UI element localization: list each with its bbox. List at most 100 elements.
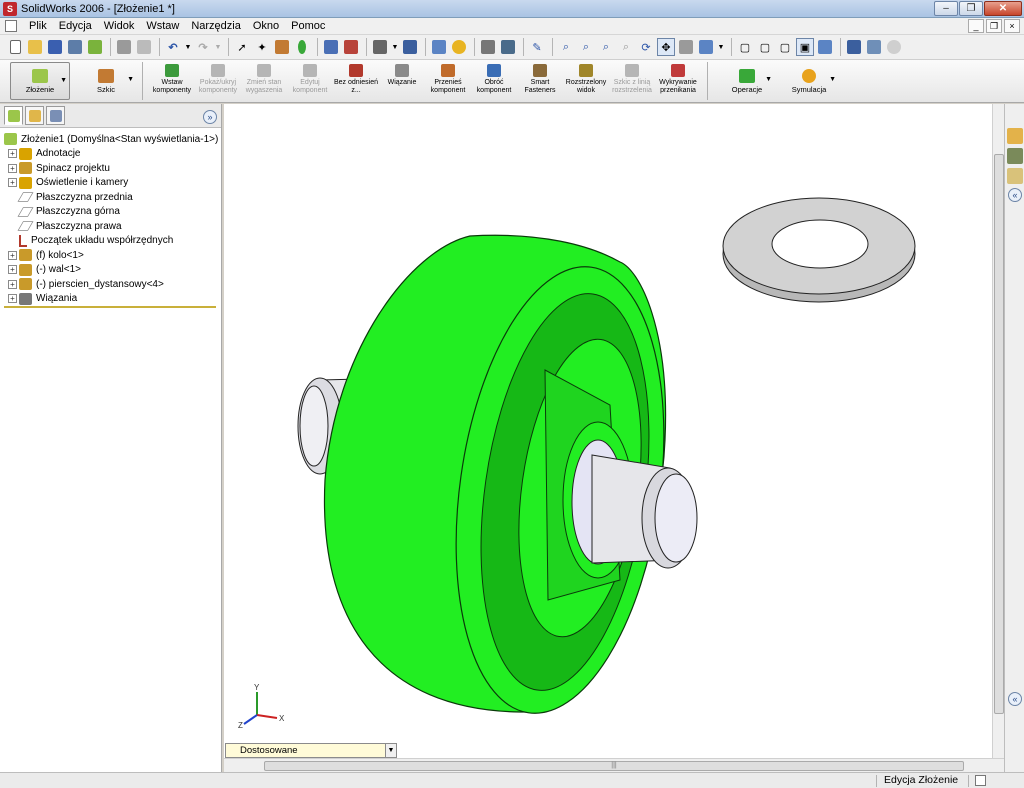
- tree-item[interactable]: + (-) wal<1>: [0, 263, 221, 278]
- doc-close-button[interactable]: ×: [1004, 19, 1020, 33]
- cm-tool-button[interactable]: Szkic z linią rozstrzelenia: [609, 60, 655, 100]
- layer-icon[interactable]: [371, 38, 389, 56]
- tree-item[interactable]: + Wiązania: [0, 292, 221, 307]
- realview-icon[interactable]: [885, 38, 903, 56]
- menu-plik[interactable]: Plik: [23, 18, 53, 34]
- rebuild-icon[interactable]: [293, 38, 311, 56]
- zoom-selection-icon[interactable]: ⌕: [617, 38, 635, 56]
- vertical-scroll-thumb[interactable]: [994, 154, 1004, 714]
- tree-item[interactable]: Początek układu współrzędnych: [0, 234, 221, 249]
- tree-item[interactable]: + (f) kolo<1>: [0, 248, 221, 263]
- chevron-down-icon[interactable]: ▼: [385, 744, 396, 757]
- cm-tool-button[interactable]: Przenieś komponent: [425, 60, 471, 100]
- expand-pane-icon[interactable]: «: [1008, 188, 1022, 202]
- cm-tool-button[interactable]: Pokaż/ukryj komponenty: [195, 60, 241, 100]
- tree-item[interactable]: Płaszczyzna górna: [0, 205, 221, 220]
- tree-item[interactable]: + Spinacz projektu: [0, 161, 221, 176]
- vertical-scrollbar[interactable]: [992, 104, 1004, 758]
- library-icon[interactable]: [1007, 148, 1023, 164]
- hide-show-icon[interactable]: [499, 38, 517, 56]
- cm-tool-button[interactable]: Rozstrzelony widok: [563, 60, 609, 100]
- horizontal-scroll-thumb[interactable]: |||: [264, 761, 964, 771]
- search-icon[interactable]: [1007, 168, 1023, 184]
- macro-icon[interactable]: [401, 38, 419, 56]
- cm-tool-button[interactable]: Wstaw komponenty: [149, 60, 195, 100]
- document-icon[interactable]: [5, 20, 17, 32]
- hidden-lines-removed-icon[interactable]: ▢: [776, 38, 794, 56]
- help-icon[interactable]: [450, 38, 468, 56]
- menu-widok[interactable]: Widok: [98, 18, 141, 34]
- print-preview-icon[interactable]: [135, 38, 153, 56]
- zoom-area-icon[interactable]: ⌕: [577, 38, 595, 56]
- collapse-panel-icon[interactable]: »: [203, 110, 217, 124]
- open-file-icon[interactable]: [26, 38, 44, 56]
- tree-item[interactable]: Płaszczyzna przednia: [0, 190, 221, 205]
- zoom-to-fit-icon[interactable]: ⌕: [557, 38, 575, 56]
- shadow-icon[interactable]: [865, 38, 883, 56]
- chevron-down-icon[interactable]: ▼: [60, 77, 67, 84]
- simulation-button[interactable]: Symulacja ▼: [780, 62, 838, 100]
- options-icon[interactable]: [322, 38, 340, 56]
- layer-dropdown-icon[interactable]: ▼: [391, 38, 399, 56]
- redo-icon[interactable]: ↷: [194, 38, 212, 56]
- select-icon[interactable]: ➚: [233, 38, 251, 56]
- pan-icon[interactable]: ✥: [657, 38, 675, 56]
- undo-dropdown-icon[interactable]: ▼: [184, 38, 192, 56]
- properties-icon[interactable]: [430, 38, 448, 56]
- tree-item[interactable]: + (-) pierscien_dystansowy<4>: [0, 277, 221, 292]
- shaft-right[interactable]: [591, 454, 698, 569]
- redo-dropdown-icon[interactable]: ▼: [214, 38, 222, 56]
- expand-pane-bottom-icon[interactable]: «: [1008, 692, 1022, 706]
- wireframe-icon[interactable]: ▢: [736, 38, 754, 56]
- cm-tool-button[interactable]: Wykrywanie przenikania: [655, 60, 701, 100]
- tree-item[interactable]: + Oświetlenie i kamery: [0, 176, 221, 191]
- make-drawing-icon[interactable]: [66, 38, 84, 56]
- doc-restore-button[interactable]: ❐: [986, 19, 1002, 33]
- menu-okno[interactable]: Okno: [247, 18, 285, 34]
- chevron-down-icon[interactable]: ▼: [765, 76, 772, 83]
- menu-narzedzia[interactable]: Narzędzia: [185, 18, 247, 34]
- feature-manager-tab[interactable]: [4, 106, 23, 125]
- save-icon[interactable]: [46, 38, 64, 56]
- spacer-ring[interactable]: [722, 197, 916, 303]
- print-icon[interactable]: [115, 38, 133, 56]
- cm-tool-button[interactable]: Bez odniesień z...: [333, 60, 379, 100]
- cm-tool-button[interactable]: Obróć komponent: [471, 60, 517, 100]
- assembly-tab-button[interactable]: Złożenie ▼: [10, 62, 70, 100]
- operations-button[interactable]: Operacje ▼: [720, 62, 774, 100]
- zoom-in-out-icon[interactable]: ⌕: [597, 38, 615, 56]
- tree-item[interactable]: Płaszczyzna prawa: [0, 219, 221, 234]
- hidden-lines-visible-icon[interactable]: ▢: [756, 38, 774, 56]
- minimize-button[interactable]: –: [934, 1, 958, 16]
- previous-view-icon[interactable]: [677, 38, 695, 56]
- menu-pomoc[interactable]: Pomoc: [285, 18, 331, 34]
- cm-tool-button[interactable]: Wiązanie: [379, 60, 425, 100]
- home-icon[interactable]: [1007, 128, 1023, 144]
- view-orientation-icon[interactable]: [697, 38, 715, 56]
- expand-icon[interactable]: +: [8, 149, 17, 159]
- file-properties-icon[interactable]: [342, 38, 360, 56]
- sketch-tab-button[interactable]: Szkic ▼: [76, 62, 136, 100]
- rotate-view-icon[interactable]: ⟳: [637, 38, 655, 56]
- cm-tool-button[interactable]: Smart Fasteners: [517, 60, 563, 100]
- wireframe-hidden-icon[interactable]: [479, 38, 497, 56]
- shaded-icon[interactable]: [816, 38, 834, 56]
- model-viewport[interactable]: Y X Z: [224, 104, 992, 758]
- close-button[interactable]: ✕: [984, 1, 1022, 16]
- measure-icon[interactable]: ✎: [528, 38, 546, 56]
- property-manager-tab[interactable]: [25, 106, 44, 125]
- section-view-icon[interactable]: [845, 38, 863, 56]
- undo-icon[interactable]: ↶: [164, 38, 182, 56]
- configuration-select[interactable]: Dostosowane ▼: [225, 743, 397, 758]
- menu-wstaw[interactable]: Wstaw: [140, 18, 185, 34]
- expand-icon[interactable]: +: [8, 265, 17, 275]
- expand-icon[interactable]: +: [8, 163, 17, 173]
- sketch-icon[interactable]: [273, 38, 291, 56]
- shaded-with-edges-icon[interactable]: ▣: [796, 38, 814, 56]
- expand-icon[interactable]: +: [8, 178, 17, 188]
- maximize-button[interactable]: ❐: [959, 1, 983, 16]
- cm-tool-button[interactable]: Zmień stan wygaszenia: [241, 60, 287, 100]
- chevron-down-icon[interactable]: ▼: [127, 76, 134, 83]
- configuration-manager-tab[interactable]: [46, 106, 65, 125]
- expand-icon[interactable]: +: [8, 279, 17, 289]
